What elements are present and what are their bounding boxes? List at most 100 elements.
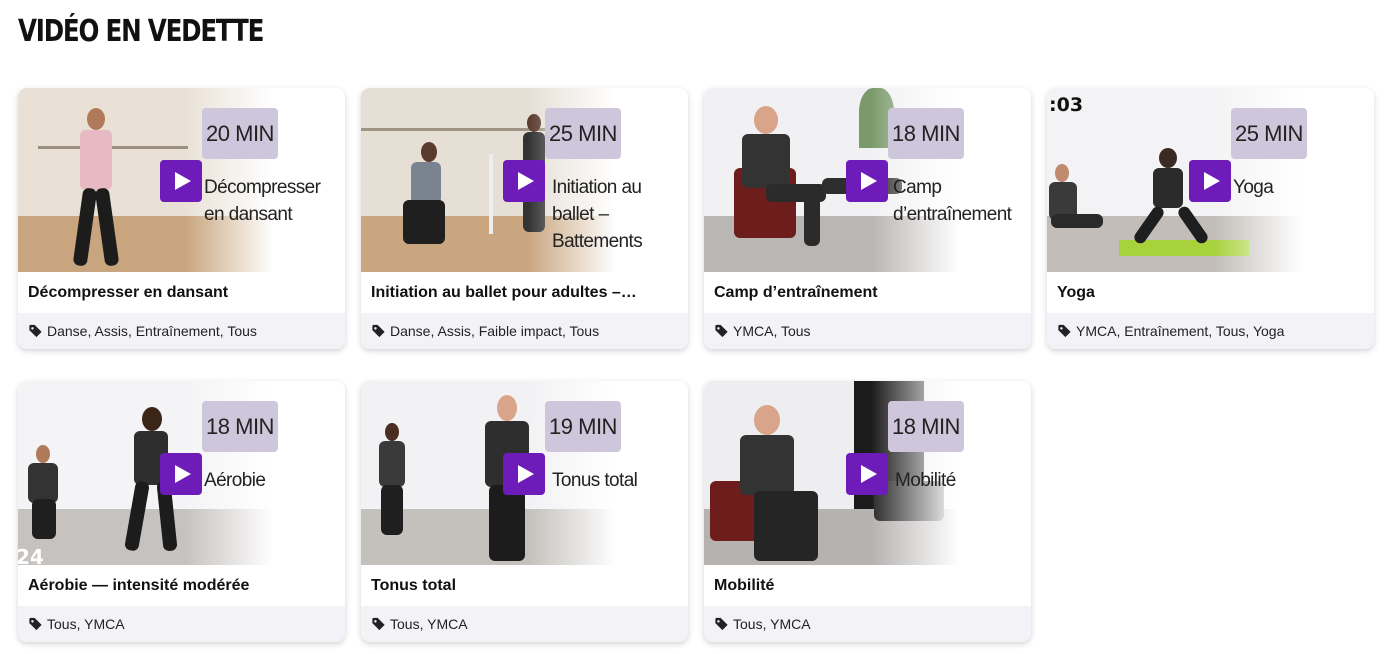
video-timer-overlay: :03	[1049, 94, 1084, 116]
video-thumbnail[interactable]: 25 MIN Initiation au ballet – Battements	[361, 88, 688, 272]
tag-link[interactable]: Faible impact	[479, 323, 562, 339]
video-card: :03 25 MIN Yoga Yoga YMCA, Entraînement,…	[1047, 88, 1374, 349]
tag-link[interactable]: Tous	[733, 616, 763, 632]
thumbnail-caption: Tonus total	[552, 470, 638, 491]
dancer-figure	[421, 142, 437, 162]
instructor-figure	[804, 196, 820, 246]
tag-link[interactable]: Tous	[781, 323, 811, 339]
tag-link[interactable]: Tous	[570, 323, 600, 339]
duration-badge: 18 MIN	[888, 401, 964, 452]
tag-link[interactable]: Tous	[47, 616, 77, 632]
video-title[interactable]: Mobilité	[714, 577, 1021, 595]
instructor-figure	[1159, 148, 1177, 168]
tag-icon	[372, 617, 385, 631]
instructor-figure	[740, 435, 794, 495]
dancer-figure	[80, 130, 112, 190]
instructor-figure	[754, 405, 780, 435]
tag-link[interactable]: Assis	[94, 323, 127, 339]
participant-figure	[379, 441, 405, 487]
duration-badge: 25 MIN	[1231, 108, 1307, 159]
video-card: 20 MIN Décompresser en dansant Décompres…	[18, 88, 345, 349]
participant-figure	[1055, 164, 1069, 182]
play-button[interactable]	[160, 160, 202, 202]
dancer-figure	[411, 162, 441, 204]
video-tags: YMCA, Entraînement, Tous, Yoga	[1047, 313, 1374, 349]
video-card: 24 18 MIN Aérobie Aérobie — intensité mo…	[18, 381, 345, 642]
video-tags: Danse, Assis, Entraînement, Tous	[18, 313, 345, 349]
video-thumbnail[interactable]: 19 MIN Tonus total	[361, 381, 688, 565]
tag-icon	[715, 617, 728, 631]
play-button[interactable]	[503, 160, 545, 202]
video-thumbnail[interactable]: 20 MIN Décompresser en dansant	[18, 88, 345, 272]
thumbnail-caption: Aérobie	[204, 470, 266, 491]
tag-icon	[29, 617, 42, 631]
tag-icon	[715, 324, 728, 338]
play-button[interactable]	[160, 453, 202, 495]
participant-figure	[385, 423, 399, 441]
play-button[interactable]	[503, 453, 545, 495]
video-tags: Tous, YMCA	[361, 606, 688, 642]
participant-figure	[28, 463, 58, 503]
video-title[interactable]: Aérobie — intensité modérée	[28, 577, 335, 595]
thumbnail-caption: Décompresser en dansant	[204, 177, 321, 225]
tag-link[interactable]: YMCA	[427, 616, 467, 632]
participant-figure	[36, 445, 50, 463]
video-thumbnail[interactable]: :03 25 MIN Yoga	[1047, 88, 1374, 272]
tag-link[interactable]: Yoga	[1253, 323, 1284, 339]
ballet-barre	[38, 146, 188, 149]
video-card: 18 MIN Camp d’entraînement Camp d’entraî…	[704, 88, 1031, 349]
tag-icon	[372, 324, 385, 338]
play-button[interactable]	[846, 453, 888, 495]
instructor-figure	[754, 491, 818, 561]
video-tags: Tous, YMCA	[18, 606, 345, 642]
video-tags: YMCA, Tous	[704, 313, 1031, 349]
tag-link[interactable]: YMCA	[733, 323, 773, 339]
video-title[interactable]: Yoga	[1057, 284, 1364, 302]
tag-link[interactable]: Entraînement	[136, 323, 220, 339]
tag-link[interactable]: Tous	[1216, 323, 1246, 339]
ballet-barre	[489, 154, 493, 234]
instructor-figure	[754, 106, 778, 134]
thumbnail-caption: Initiation au ballet – Battements	[552, 177, 643, 252]
tag-link[interactable]: YMCA	[1076, 323, 1116, 339]
video-thumbnail[interactable]: 18 MIN Camp d’entraînement	[704, 88, 1031, 272]
tag-link[interactable]: Danse	[47, 323, 87, 339]
video-tags: Danse, Assis, Faible impact, Tous	[361, 313, 688, 349]
dancer-figure	[87, 108, 105, 130]
play-button[interactable]	[1189, 160, 1231, 202]
page-title: VIDÉO EN VEDETTE	[18, 14, 264, 49]
video-card: 19 MIN Tonus total Tonus total Tous, YMC…	[361, 381, 688, 642]
video-title[interactable]: Décompresser en dansant	[28, 284, 335, 302]
video-title[interactable]: Tonus total	[371, 577, 678, 595]
tag-link[interactable]: Tous	[390, 616, 420, 632]
video-tags: Tous, YMCA	[704, 606, 1031, 642]
duration-badge: 18 MIN	[202, 401, 278, 452]
tag-link[interactable]: Entraînement	[1124, 323, 1208, 339]
duration-badge: 18 MIN	[888, 108, 964, 159]
video-thumbnail[interactable]: 18 MIN Mobilité	[704, 381, 1031, 565]
dancer-figure	[403, 200, 445, 244]
video-card: 25 MIN Initiation au ballet – Battements…	[361, 88, 688, 349]
tag-link[interactable]: YMCA	[770, 616, 810, 632]
duration-badge: 20 MIN	[202, 108, 278, 159]
video-timer-overlay: 24	[18, 545, 44, 565]
instructor-figure	[142, 407, 162, 431]
video-title[interactable]: Initiation au ballet pour adultes –…	[371, 284, 678, 302]
video-card: 18 MIN Mobilité Mobilité Tous, YMCA	[704, 381, 1031, 642]
participant-figure	[32, 499, 56, 539]
thumbnail-caption: Mobilité	[895, 470, 956, 491]
tag-link[interactable]: YMCA	[84, 616, 124, 632]
thumbnail-caption: Camp d’entraînement	[893, 177, 1012, 225]
tag-link[interactable]: Tous	[227, 323, 257, 339]
video-thumbnail[interactable]: 24 18 MIN Aérobie	[18, 381, 345, 565]
video-title[interactable]: Camp d’entraînement	[714, 284, 1021, 302]
instructor-figure	[742, 134, 790, 188]
participant-figure	[1051, 214, 1103, 228]
duration-badge: 25 MIN	[545, 108, 621, 159]
duration-badge: 19 MIN	[545, 401, 621, 452]
instructor-figure	[497, 395, 517, 421]
tag-icon	[29, 324, 42, 338]
tag-link[interactable]: Assis	[437, 323, 470, 339]
tag-link[interactable]: Danse	[390, 323, 430, 339]
play-button[interactable]	[846, 160, 888, 202]
